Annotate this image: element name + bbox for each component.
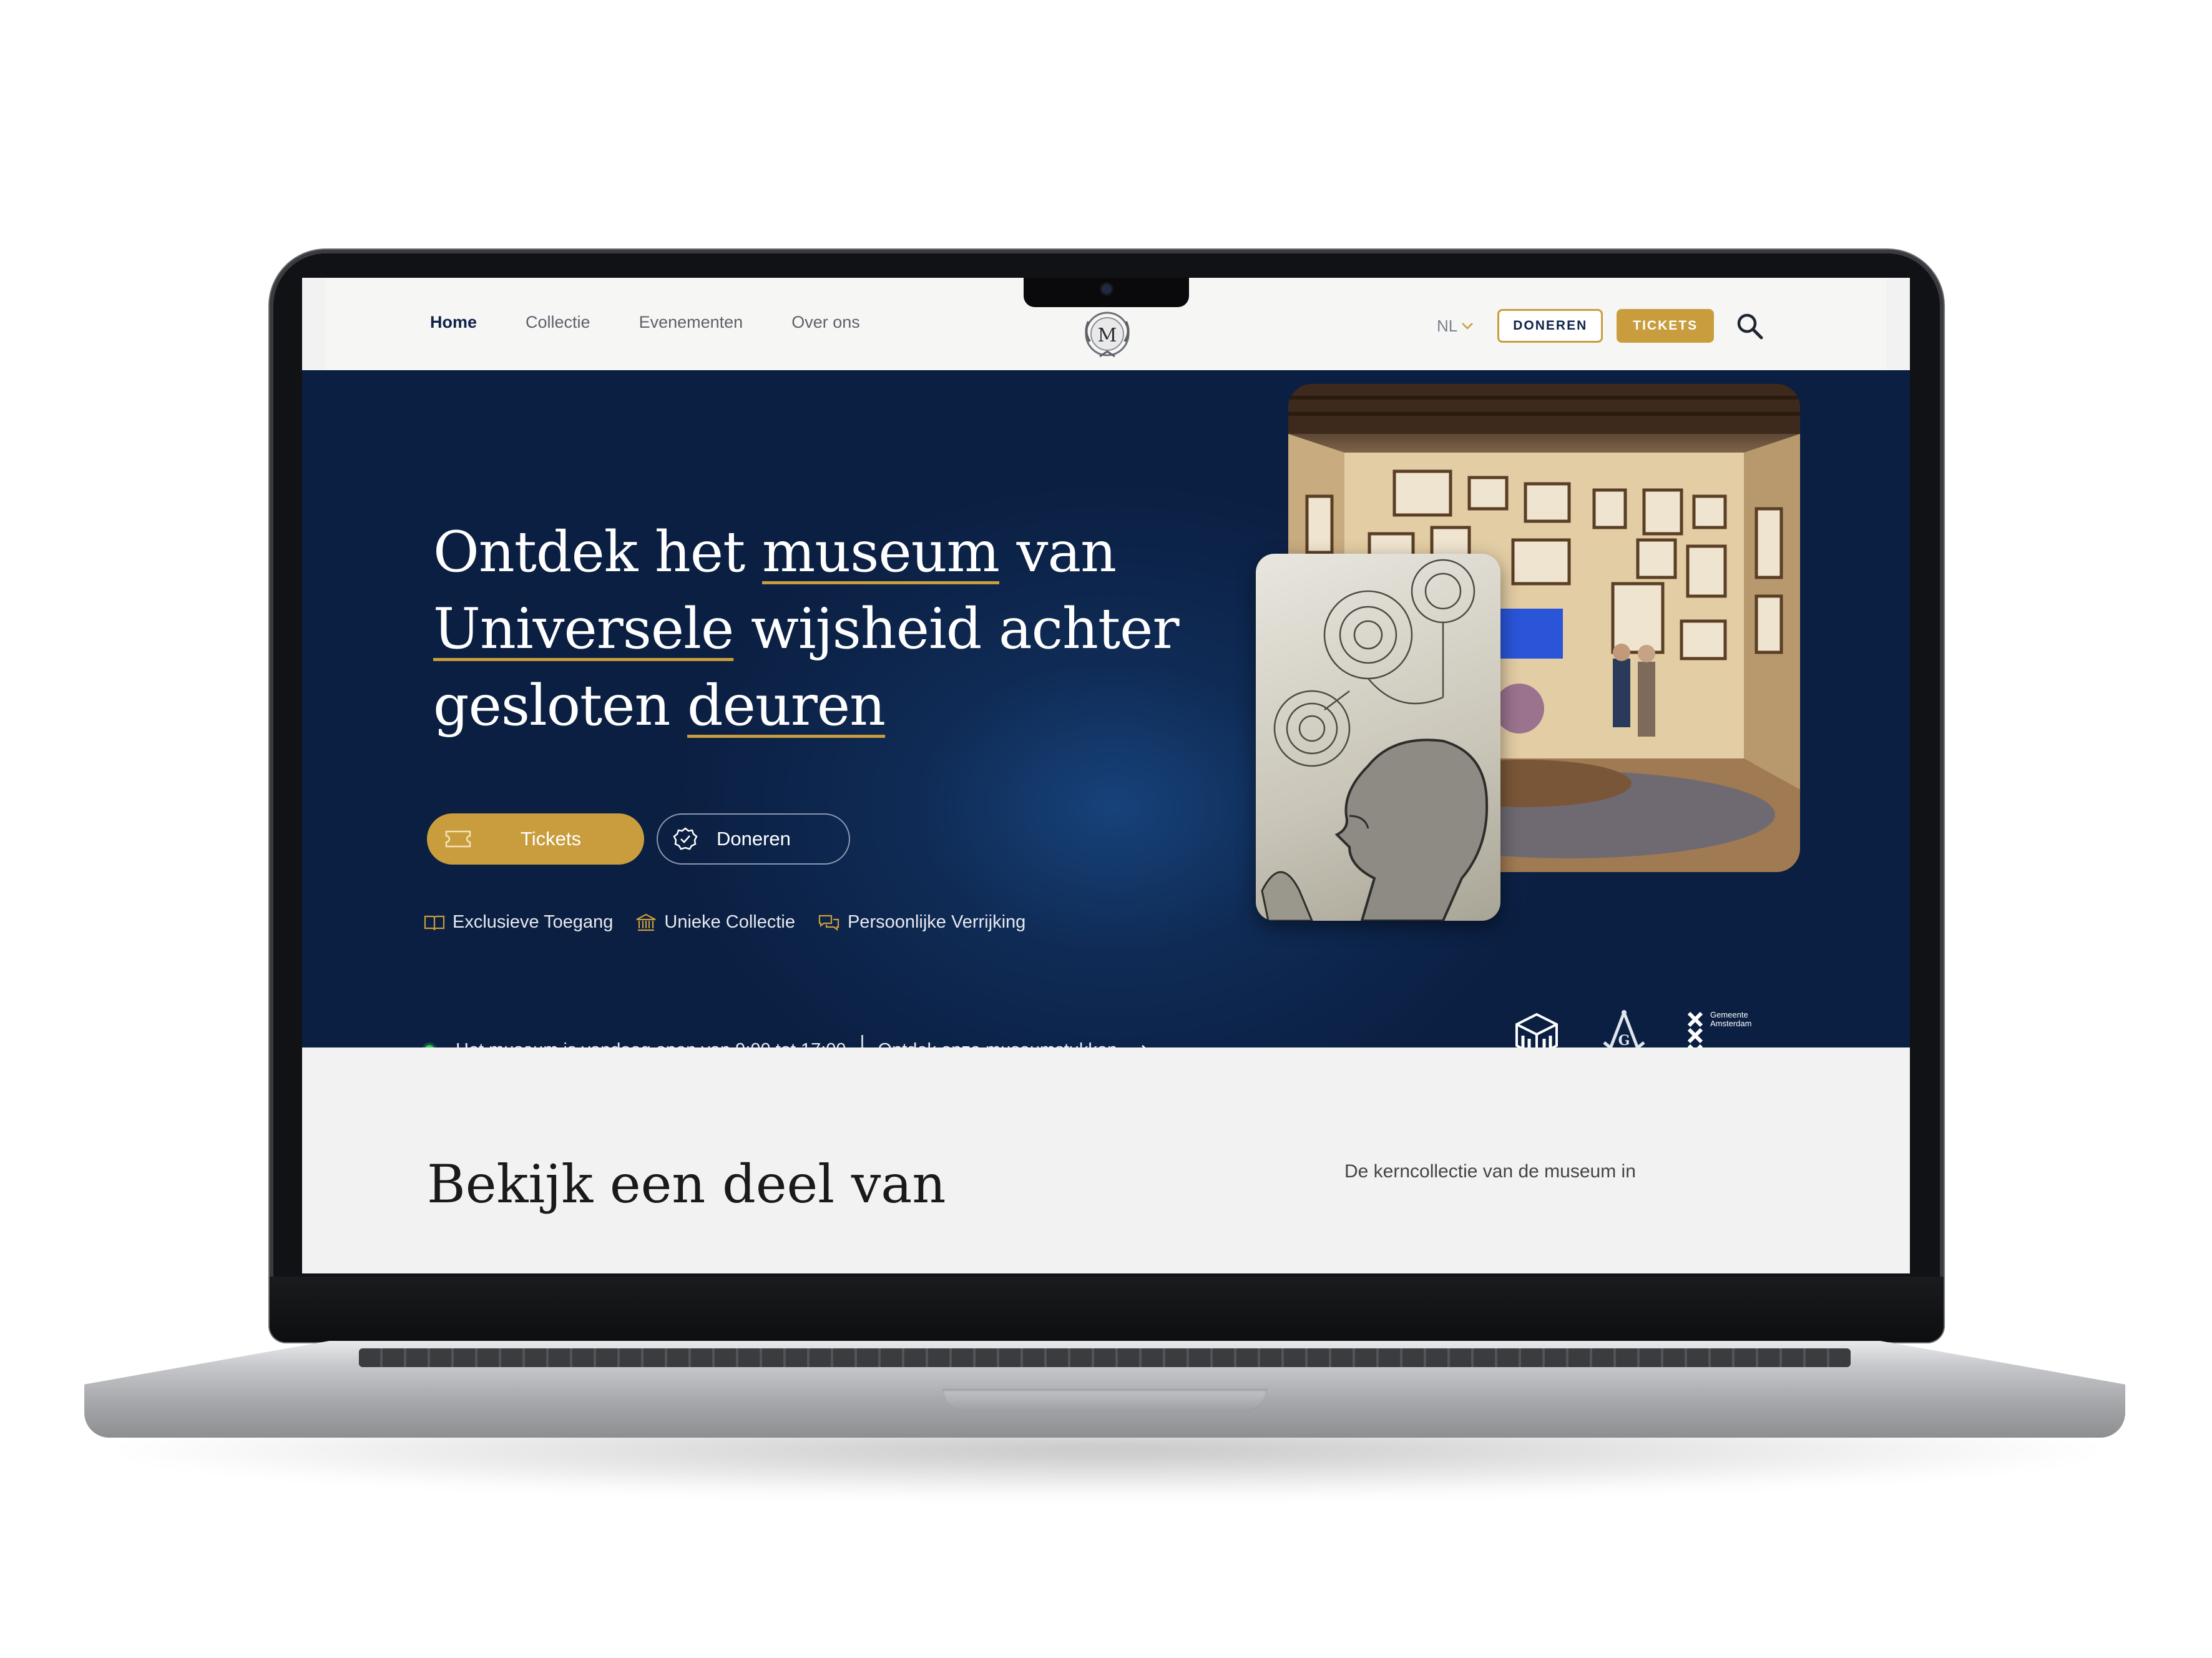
hero-tickets-button[interactable]: Tickets — [427, 813, 644, 865]
hero-title-highlight: Universele — [433, 596, 734, 662]
laptop-bezel — [270, 1277, 1944, 1342]
nav-link-collectie[interactable]: Collectie — [526, 313, 590, 332]
webcam-icon — [1102, 284, 1112, 294]
engraving-illustration — [1261, 559, 1489, 921]
laptop-shadow — [94, 1430, 2122, 1498]
hero-title-highlight: deuren — [687, 673, 886, 738]
hero-cta-row: Tickets Doneren — [427, 813, 850, 865]
hero-title-highlight: museum — [761, 519, 1000, 585]
collection-section: Bekijk een deel van De kerncollectie van… — [302, 1047, 1910, 1273]
chevron-down-icon — [1462, 323, 1474, 330]
laptop-keyboard — [359, 1348, 1851, 1367]
badge-check-icon — [673, 827, 698, 850]
hero-title: Ontdek het museum van Universele wijshei… — [433, 514, 1182, 744]
nav-actions: NL DONEREN TICKETS — [1437, 309, 1764, 343]
hero-title-text: wijsheid achter — [733, 596, 1180, 662]
book-icon — [424, 915, 445, 930]
nav-link-over-ons[interactable]: Over ons — [791, 313, 860, 332]
museum-building-icon — [636, 913, 656, 931]
webcam-notch — [1024, 278, 1189, 307]
hero-title-text: gesloten — [433, 673, 688, 738]
feature-item: Persoonlijke Verrijking — [818, 912, 1025, 933]
hero-donate-button[interactable]: Doneren — [657, 813, 850, 865]
hero-section: Ontdek het museum van Universele wijshei… — [302, 370, 1910, 1065]
hero-donate-label: Doneren — [717, 828, 791, 850]
museum-logo-icon[interactable]: M — [1081, 308, 1133, 360]
section-heading: Bekijk een deel van — [427, 1154, 946, 1215]
nav-donate-button[interactable]: DONEREN — [1497, 309, 1603, 343]
laptop-screen: Home Collectie Evenementen Over ons M NL… — [302, 278, 1910, 1273]
section-intro-text: De kerncollectie van de museum in — [1344, 1161, 1636, 1182]
laptop-opening-notch — [942, 1389, 1267, 1411]
feature-label: Persoonlijke Verrijking — [847, 912, 1026, 932]
hero-title-text: Ontdek het — [433, 519, 762, 585]
feature-item: Exclusieve Toegang — [424, 912, 613, 933]
language-value: NL — [1437, 316, 1458, 335]
feature-label: Exclusieve Toegang — [453, 912, 614, 932]
nav-link-home[interactable]: Home — [430, 313, 477, 332]
chat-bubbles-icon — [818, 915, 839, 931]
svg-text:G: G — [1618, 1033, 1630, 1049]
nav-link-evenementen[interactable]: Evenementen — [639, 313, 743, 332]
feature-item: Unieke Collectie — [635, 912, 795, 933]
language-select[interactable]: NL — [1437, 316, 1474, 336]
search-icon[interactable] — [1735, 311, 1764, 340]
main-nav: Home Collectie Evenementen Over ons — [430, 313, 860, 332]
partner-amsterdam-label: Gemeente Amsterdam — [1710, 1010, 1752, 1028]
hero-tickets-label: Tickets — [521, 828, 582, 850]
hero-title-text: van — [999, 519, 1117, 585]
ticket-icon — [445, 830, 471, 848]
nav-tickets-button[interactable]: TICKETS — [1617, 309, 1715, 343]
feature-list: Exclusieve Toegang Unieke Collectie Pers… — [424, 912, 1025, 933]
svg-text:M: M — [1098, 325, 1117, 346]
feature-label: Unieke Collectie — [664, 912, 795, 932]
engraving-head-image — [1256, 554, 1500, 921]
